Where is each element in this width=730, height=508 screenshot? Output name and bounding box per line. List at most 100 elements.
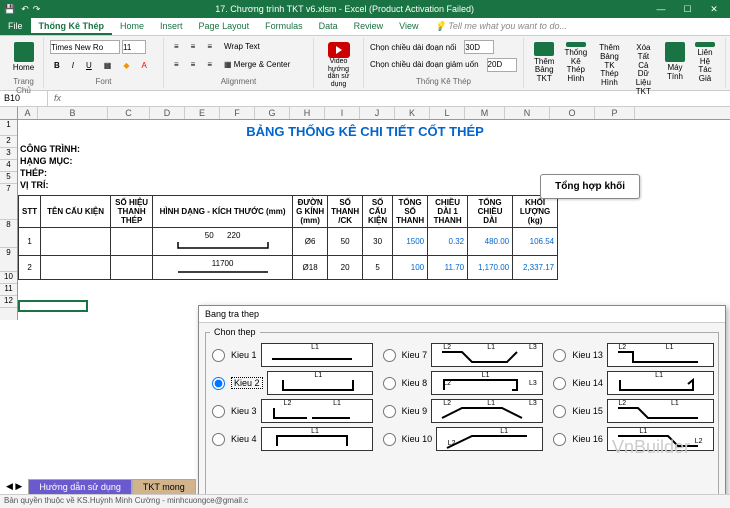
font-name-input[interactable] (50, 40, 120, 54)
minimize-icon[interactable]: — (649, 4, 673, 14)
col-A[interactable]: A (18, 107, 38, 119)
align-center-icon[interactable]: ≡ (187, 58, 200, 71)
row-5[interactable]: 5 (0, 172, 17, 184)
btn-xoa[interactable]: Xóa Tất Cả Dữ Liệu TKT (628, 40, 659, 86)
tab-file[interactable]: File (0, 18, 31, 35)
col-G[interactable]: G (255, 107, 290, 119)
tab-home[interactable]: Home (112, 18, 152, 35)
maximize-icon[interactable]: ☐ (676, 4, 700, 15)
col-H[interactable]: H (290, 107, 325, 119)
radio-kieu8[interactable] (383, 377, 396, 390)
qat-undo-icon[interactable]: ↶ (21, 4, 29, 15)
tab-data[interactable]: Data (311, 18, 346, 35)
radio-kieu7[interactable] (383, 349, 396, 362)
col-L[interactable]: L (430, 107, 465, 119)
preview-kieu2: L1 (267, 371, 373, 395)
wrap-text-button[interactable]: Wrap Text (220, 40, 264, 53)
preview-kieu7: L2L1L3 (431, 343, 543, 367)
calculator-icon (665, 42, 685, 62)
btn-thembang-tkt[interactable]: Thêm Bảng TKT (530, 40, 558, 86)
underline-button[interactable]: U (82, 59, 96, 72)
align-top-icon[interactable]: ≡ (170, 40, 183, 53)
radio-kieu3[interactable] (212, 405, 225, 418)
align-left-icon[interactable]: ≡ (170, 58, 183, 71)
preview-kieu8: L2L1L3 (431, 371, 543, 395)
tab-view[interactable]: View (391, 18, 426, 35)
col-P[interactable]: P (595, 107, 635, 119)
qat-redo-icon[interactable]: ↷ (33, 4, 41, 15)
selected-cell[interactable] (18, 300, 88, 312)
sheet-tabs: ◀ ▶ Hướng dẫn sử dụng TKT mong (0, 479, 196, 494)
th-hinh: HÌNH DẠNG - KÍCH THƯỚC (mm) (153, 196, 293, 228)
col-B[interactable]: B (38, 107, 108, 119)
col-J[interactable]: J (360, 107, 395, 119)
table-add-icon (534, 42, 554, 56)
button-tonghopkhoi[interactable]: Tổng hợp khối (540, 174, 640, 199)
table-row[interactable]: 2 11700 Ø18205 10011.70 1,170.002,337.17 (19, 256, 558, 280)
col-I[interactable]: I (325, 107, 360, 119)
close-icon[interactable]: ✕ (702, 4, 726, 15)
row-8[interactable]: 8 (0, 220, 17, 248)
btn-maytinh[interactable]: Máy Tính (661, 40, 689, 86)
merge-center-button[interactable]: ▦ Merge & Center (220, 58, 294, 71)
col-O[interactable]: O (550, 107, 595, 119)
tab-review[interactable]: Review (346, 18, 392, 35)
radio-kieu1[interactable] (212, 349, 225, 362)
col-D[interactable]: D (150, 107, 185, 119)
radio-kieu4[interactable] (212, 433, 225, 446)
row-9[interactable]: 9 (0, 248, 17, 272)
font-size-input[interactable] (122, 40, 146, 54)
col-F[interactable]: F (220, 107, 255, 119)
row-10[interactable]: 10 (0, 272, 17, 284)
table-row[interactable]: 1 50 220 Ø65030 15000.32 480.00106.54 (19, 228, 558, 256)
radio-kieu10[interactable] (383, 433, 396, 446)
select-all-corner[interactable] (0, 107, 18, 119)
radio-kieu16[interactable] (553, 433, 566, 446)
sheet-tab-tktmong[interactable]: TKT mong (132, 479, 196, 494)
tab-formulas[interactable]: Formulas (257, 18, 311, 35)
btn-lienhe[interactable]: Liên Hệ Tác Giả (691, 40, 719, 86)
col-N[interactable]: N (505, 107, 550, 119)
row-4[interactable]: 4 (0, 160, 17, 172)
radio-kieu2[interactable] (212, 377, 225, 390)
input-doan-uon[interactable] (487, 58, 517, 72)
tab-insert[interactable]: Insert (152, 18, 191, 35)
border-icon[interactable]: ▦ (100, 59, 116, 72)
row-3[interactable]: 3 (0, 148, 17, 160)
document-title: BẢNG THỐNG KÊ CHI TIẾT CỐT THÉP (0, 120, 730, 143)
italic-button[interactable]: I (68, 59, 78, 72)
align-right-icon[interactable]: ≡ (203, 58, 216, 71)
btn-thongke-thep[interactable]: Thống Kê Thép Hình (560, 40, 591, 86)
col-E[interactable]: E (185, 107, 220, 119)
row-7[interactable]: 7 (0, 184, 17, 220)
align-bot-icon[interactable]: ≡ (203, 40, 216, 53)
fill-color-icon[interactable]: ◆ (119, 59, 133, 72)
bold-button[interactable]: B (50, 59, 64, 72)
font-color-icon[interactable]: A (138, 59, 151, 72)
sheet-tab-huongdan[interactable]: Hướng dẫn sử dụng (28, 479, 132, 494)
btn-thembang-tkhinh[interactable]: Thêm Bảng TK Thép Hình (593, 40, 626, 86)
col-K[interactable]: K (395, 107, 430, 119)
align-mid-icon[interactable]: ≡ (187, 40, 200, 53)
fx-label[interactable]: fx (48, 91, 67, 106)
radio-kieu14[interactable] (553, 377, 566, 390)
name-box[interactable]: B10 (0, 91, 48, 106)
row-12[interactable]: 12 (0, 296, 17, 308)
row-1[interactable]: 1 (0, 120, 17, 136)
qat-save-icon[interactable]: 💾 (4, 4, 15, 15)
tab-thongkethep[interactable]: Thống Kê Thép (31, 18, 113, 35)
col-C[interactable]: C (108, 107, 150, 119)
window-title: 17. Chương trình TKT v6.xlsm - Excel (Pr… (215, 4, 474, 14)
row-2[interactable]: 2 (0, 136, 17, 148)
radio-kieu15[interactable] (553, 405, 566, 418)
col-M[interactable]: M (465, 107, 505, 119)
radio-kieu9[interactable] (383, 405, 396, 418)
tell-me[interactable]: 💡 Tell me what you want to do... (427, 18, 730, 35)
tab-pagelayout[interactable]: Page Layout (191, 18, 258, 35)
btn-video[interactable]: Video hướng dẫn sử dụng (320, 40, 357, 91)
radio-kieu13[interactable] (553, 349, 566, 362)
row-11[interactable]: 11 (0, 284, 17, 296)
btn-trangchu[interactable]: Home (10, 40, 37, 75)
sheet-nav[interactable]: ◀ ▶ (0, 479, 28, 494)
input-doan-noi[interactable] (464, 40, 494, 54)
